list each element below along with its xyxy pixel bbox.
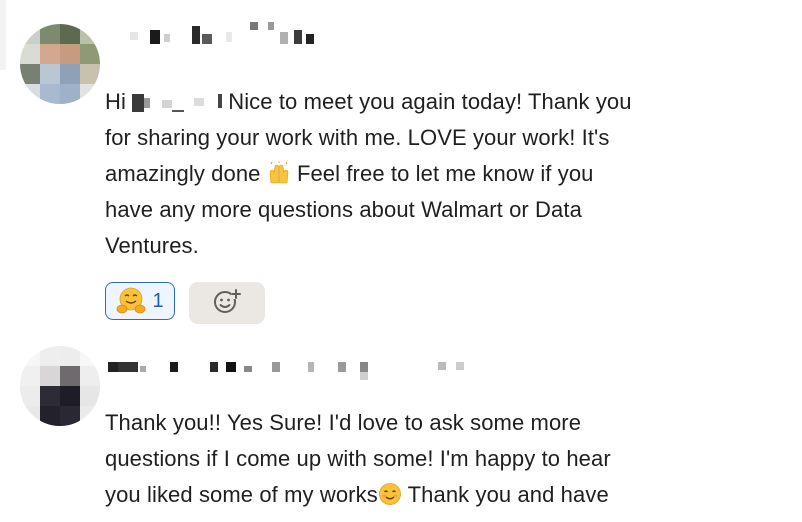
message-line: have any more questions about Walmart or…	[105, 197, 582, 222]
message-text: Feel free to let me know if you	[296, 161, 594, 186]
blurred-avatar-icon	[20, 24, 100, 104]
reaction-chip[interactable]: 1	[105, 282, 175, 320]
sender-avatar[interactable]	[20, 346, 100, 426]
message-body: Thank you!! Yes Sure! I'd love to ask so…	[105, 405, 745, 513]
redaction-block	[108, 362, 464, 380]
message-line: you liked some of my works Thank you and…	[105, 477, 745, 513]
greeting-text: Hi	[105, 89, 126, 114]
sender-avatar[interactable]	[20, 24, 100, 104]
message-item: Hi Nice to meet you again today! Thank y…	[0, 0, 802, 335]
message-body: Hi Nice to meet you again today! Thank y…	[105, 84, 745, 264]
message-item: Thank you!! Yes Sure! I'd love to ask so…	[0, 335, 802, 522]
message-text: Thank you and have	[401, 482, 609, 507]
message-line: Thank you!! Yes Sure! I'd love to ask so…	[105, 410, 582, 435]
message-line: Ventures.	[105, 233, 199, 258]
sender-name-redacted[interactable]	[130, 22, 350, 44]
message-text: amazingly done	[105, 161, 261, 186]
message-line: amazingly done Feel free to let me know …	[105, 156, 745, 192]
add-reaction-icon	[213, 287, 241, 320]
message-line: questions if I come up with some! I'm ha…	[105, 446, 611, 471]
redaction-block	[130, 22, 314, 44]
message-line: Hi Nice to meet you again today! Thank y…	[105, 84, 745, 120]
add-reaction-button[interactable]	[189, 282, 265, 324]
hugging-face-icon	[116, 286, 146, 316]
reactions-bar: 1	[105, 282, 265, 324]
chat-thread: Hi Nice to meet you again today! Thank y…	[0, 0, 802, 522]
smiling-face-icon	[378, 481, 402, 505]
message-text: you liked some of my works	[105, 482, 378, 507]
sender-name-redacted[interactable]	[108, 358, 488, 380]
message-line: for sharing your work with me. LOVE your…	[105, 125, 610, 150]
raising-hands-icon	[267, 160, 291, 184]
message-text: Nice to meet you again today! Thank you	[228, 89, 632, 114]
redacted-name	[132, 94, 224, 113]
blurred-avatar-icon	[20, 346, 100, 426]
reaction-count: 1	[152, 289, 164, 312]
